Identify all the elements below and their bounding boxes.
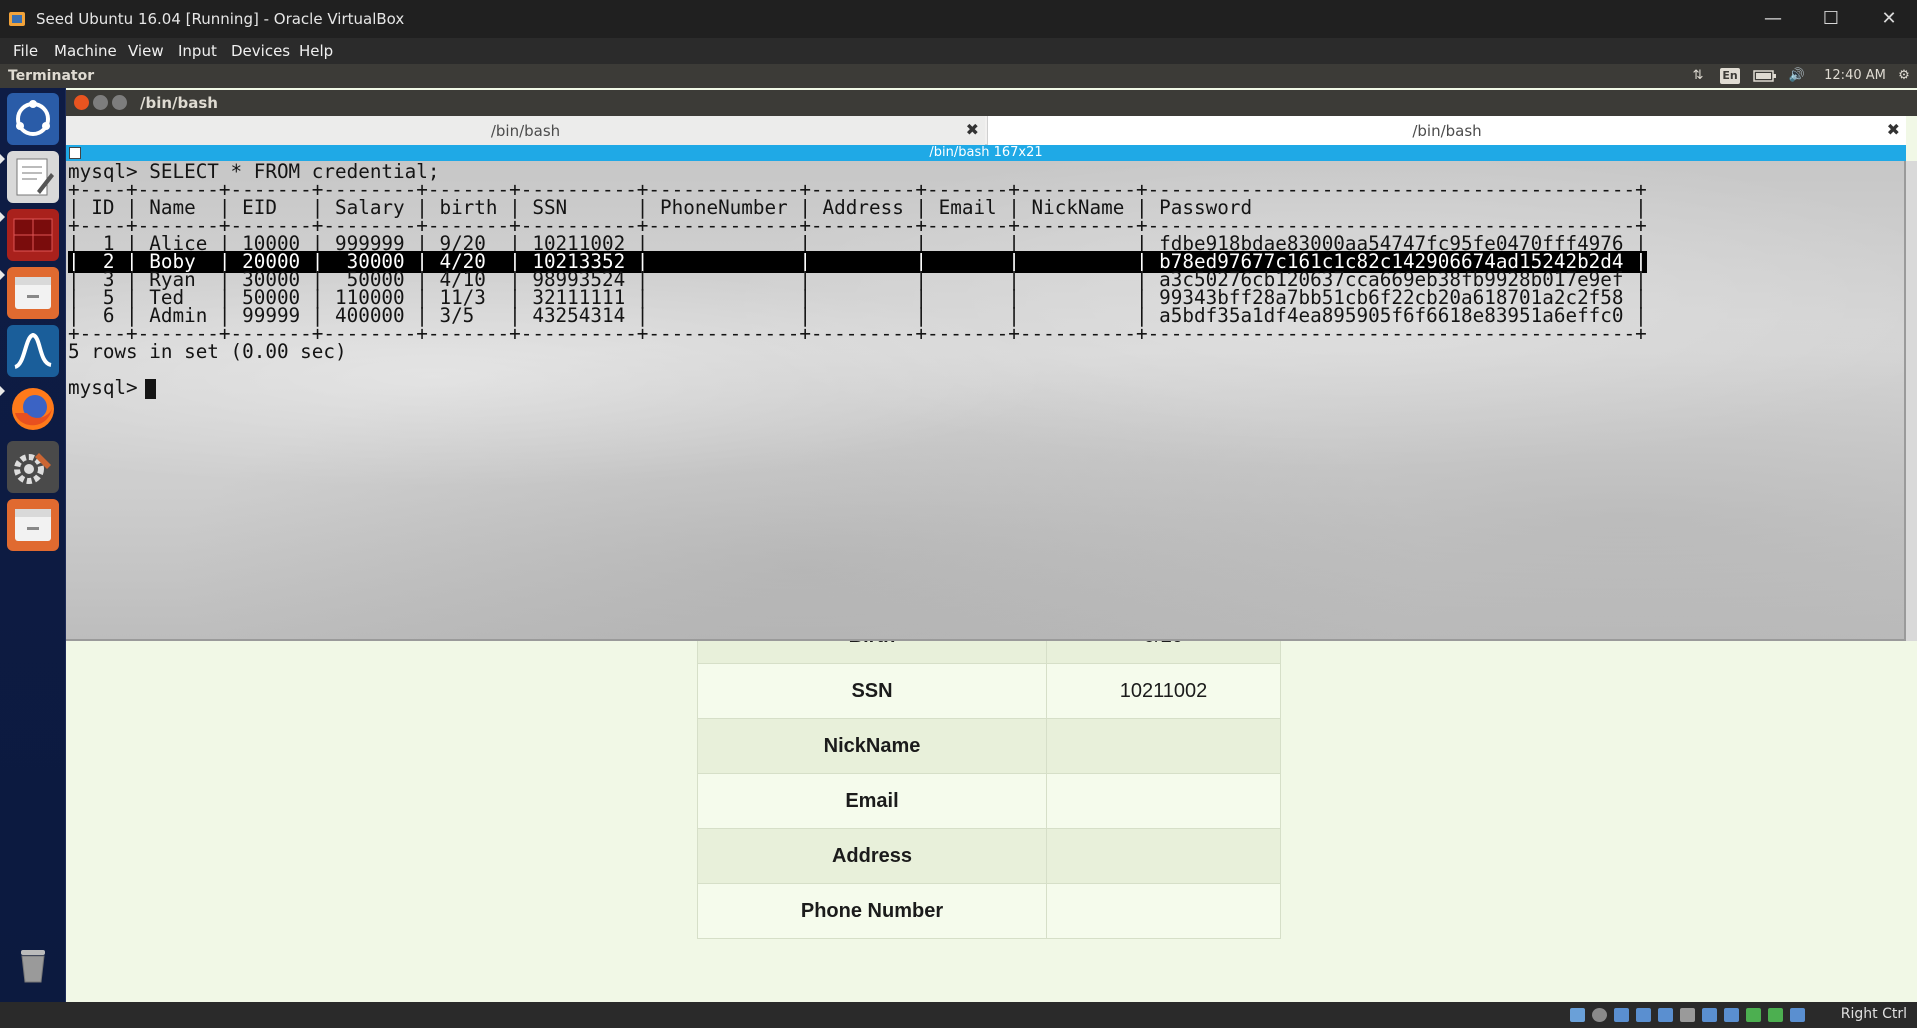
running-indicator xyxy=(0,386,5,396)
tab-label: /bin/bash xyxy=(1412,122,1482,140)
table-row: Email xyxy=(697,773,1281,829)
keyboard-icon[interactable] xyxy=(1790,1008,1805,1022)
menu-input[interactable]: Input xyxy=(178,42,217,60)
menu-view[interactable]: View xyxy=(128,42,164,60)
running-indicator xyxy=(0,270,5,280)
minimize-button[interactable]: — xyxy=(1745,0,1801,38)
running-indicator xyxy=(0,212,5,222)
tab-bash-1[interactable]: /bin/bash ✖ xyxy=(66,116,985,145)
table-row: Address xyxy=(697,828,1281,884)
row-value xyxy=(1046,773,1281,829)
terminal-output[interactable]: mysql> SELECT * FROM credential; +----+-… xyxy=(66,161,1906,641)
menu-help[interactable]: Help xyxy=(299,42,333,60)
menu-devices[interactable]: Devices xyxy=(231,42,290,60)
row-value xyxy=(1046,828,1281,884)
row-value xyxy=(1046,718,1281,774)
vbox-titlebar: Seed Ubuntu 16.04 [Running] - Oracle Vir… xyxy=(0,0,1917,38)
battery-icon[interactable] xyxy=(1752,66,1778,86)
hdd-icon[interactable] xyxy=(1570,1008,1585,1022)
terminator-icon[interactable] xyxy=(7,209,59,261)
tab-bash-2[interactable]: /bin/bash ✖ xyxy=(987,116,1906,145)
clock[interactable]: 12:40 AM xyxy=(1820,66,1890,86)
close-icon[interactable]: ✖ xyxy=(1887,120,1900,139)
network-icon[interactable]: ⇅ xyxy=(1688,66,1708,86)
maximize-button[interactable]: ☐ xyxy=(1803,0,1859,38)
terminal-status-bar: /bin/bash 167x21 xyxy=(66,145,1906,161)
wireshark-icon[interactable] xyxy=(7,325,59,377)
text-cursor xyxy=(145,379,156,399)
menu-file[interactable]: File xyxy=(13,42,38,60)
files-icon[interactable] xyxy=(7,267,59,319)
table-row: Phone Number xyxy=(697,883,1281,939)
maximize-window-button[interactable] xyxy=(112,95,127,110)
terminal-size-label: /bin/bash 167x21 xyxy=(929,145,1043,160)
row-label: Phone Number xyxy=(697,883,1047,939)
row-value xyxy=(1046,883,1281,939)
keyboard-layout-indicator[interactable]: En xyxy=(1720,68,1740,84)
vbox-status-bar: Right Ctrl xyxy=(0,1002,1917,1028)
files-2-icon[interactable] xyxy=(7,499,59,551)
close-icon[interactable]: ✖ xyxy=(966,120,979,139)
audio-icon[interactable] xyxy=(1614,1008,1629,1022)
terminal-window-title: /bin/bash xyxy=(140,94,218,112)
minimize-window-button[interactable] xyxy=(93,95,108,110)
optical-drive-icon[interactable] xyxy=(1592,1008,1607,1022)
volume-icon[interactable]: 🔊 xyxy=(1786,66,1808,86)
firefox-icon[interactable] xyxy=(7,383,59,435)
table-row: NickName xyxy=(697,718,1281,774)
system-gear-icon[interactable]: ⚙ xyxy=(1894,66,1914,86)
terminal-scrollbar[interactable] xyxy=(1906,161,1917,641)
mouse-integration-icon[interactable] xyxy=(1768,1008,1783,1022)
network-adapter-icon[interactable] xyxy=(1636,1008,1651,1022)
tab-label: /bin/bash xyxy=(490,122,561,140)
ubuntu-dash-icon[interactable] xyxy=(7,93,59,145)
tab-strip: /bin/bash ✖ /bin/bash ✖ xyxy=(66,116,1906,145)
terminal-line: 5 rows in set (0.00 sec) xyxy=(68,340,347,363)
cpu-icon[interactable] xyxy=(1746,1008,1761,1022)
profile-table: Birth9/20 SSN10211002 NickName Email Add… xyxy=(697,608,1281,939)
row-label: SSN xyxy=(697,663,1047,719)
close-window-button[interactable] xyxy=(74,95,89,110)
running-indicator xyxy=(0,154,5,164)
launcher xyxy=(0,88,66,1002)
menu-machine[interactable]: Machine xyxy=(54,42,117,60)
terminal-prompt: mysql> xyxy=(68,376,150,399)
row-value: 10211002 xyxy=(1046,663,1281,719)
ubuntu-top-panel: Terminator ⇅ En 🔊 12:40 AM ⚙ xyxy=(0,64,1917,88)
trash-icon[interactable] xyxy=(7,938,59,990)
usb-icon[interactable] xyxy=(1658,1008,1673,1022)
row-label: NickName xyxy=(697,718,1047,774)
video-capture-icon[interactable] xyxy=(1724,1008,1739,1022)
host-key-label: Right Ctrl xyxy=(1840,1006,1907,1022)
row-label: Email xyxy=(697,773,1047,829)
menu-bar: File Machine View Input Devices Help xyxy=(0,38,1917,64)
row-label: Address xyxy=(697,828,1047,884)
shared-folders-icon[interactable] xyxy=(1680,1008,1695,1022)
text-editor-icon[interactable] xyxy=(7,151,59,203)
system-settings-icon[interactable] xyxy=(7,441,59,493)
close-button[interactable]: ✕ xyxy=(1861,0,1917,38)
window-title: Seed Ubuntu 16.04 [Running] - Oracle Vir… xyxy=(36,10,405,28)
virtualbox-icon xyxy=(9,12,25,26)
terminal-titlebar[interactable]: /bin/bash xyxy=(66,90,1917,116)
table-row: SSN 10211002 xyxy=(697,663,1281,719)
active-app-name: Terminator xyxy=(8,68,95,84)
display-icon[interactable] xyxy=(1702,1008,1717,1022)
